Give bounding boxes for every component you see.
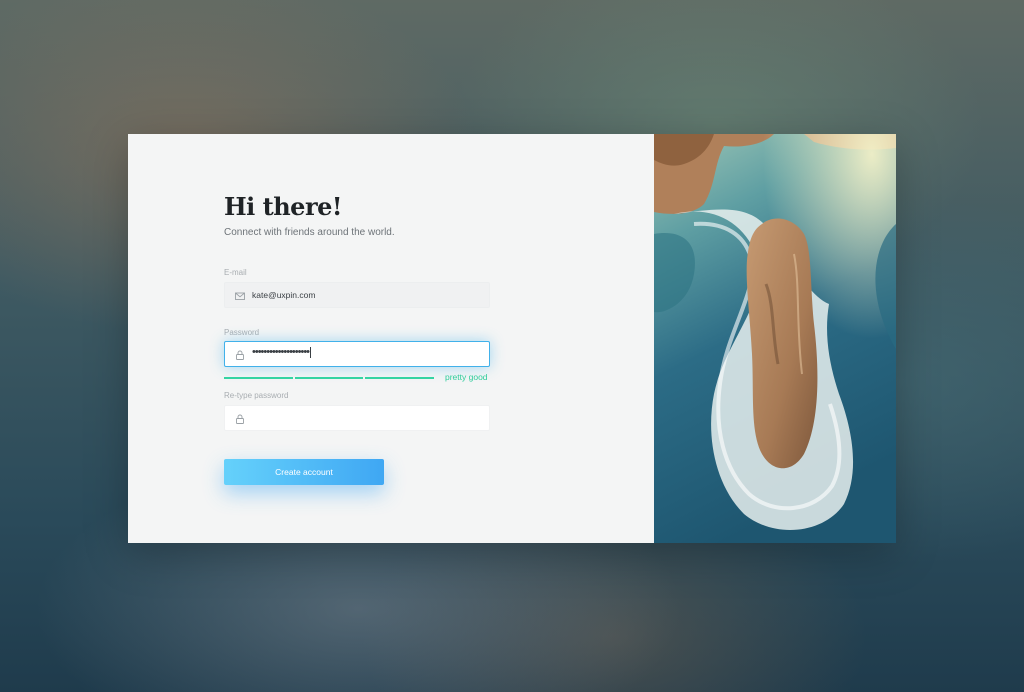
password-strength-meter <box>224 377 435 379</box>
page-title: Hi there! <box>224 192 342 221</box>
create-account-button[interactable]: Create account <box>224 459 384 485</box>
aerial-coast-photo <box>654 134 896 543</box>
strength-segment <box>294 377 364 379</box>
signup-form: Hi there! Connect with friends around th… <box>128 134 654 543</box>
strength-segment <box>224 377 293 379</box>
lock-icon <box>236 414 244 424</box>
page-subtitle: Connect with friends around the world. <box>224 227 395 238</box>
password-field[interactable]: •••••••••••••••••••• <box>224 341 490 367</box>
signup-card: Hi there! Connect with friends around th… <box>128 134 896 543</box>
email-value: kate@uxpin.com <box>252 290 316 300</box>
password-label: Password <box>224 328 260 337</box>
password-value: •••••••••••••••••••• <box>252 346 312 358</box>
text-caret <box>310 346 312 358</box>
mail-icon <box>235 292 245 300</box>
coast-illustration <box>654 134 896 543</box>
password-strength-label: pretty good <box>445 372 488 382</box>
lock-icon <box>236 350 244 360</box>
retype-password-label: Re-type password <box>224 391 289 400</box>
strength-segment <box>365 377 435 379</box>
email-label: E-mail <box>224 268 247 277</box>
email-field[interactable]: kate@uxpin.com <box>224 282 490 308</box>
retype-password-field[interactable] <box>224 405 490 431</box>
